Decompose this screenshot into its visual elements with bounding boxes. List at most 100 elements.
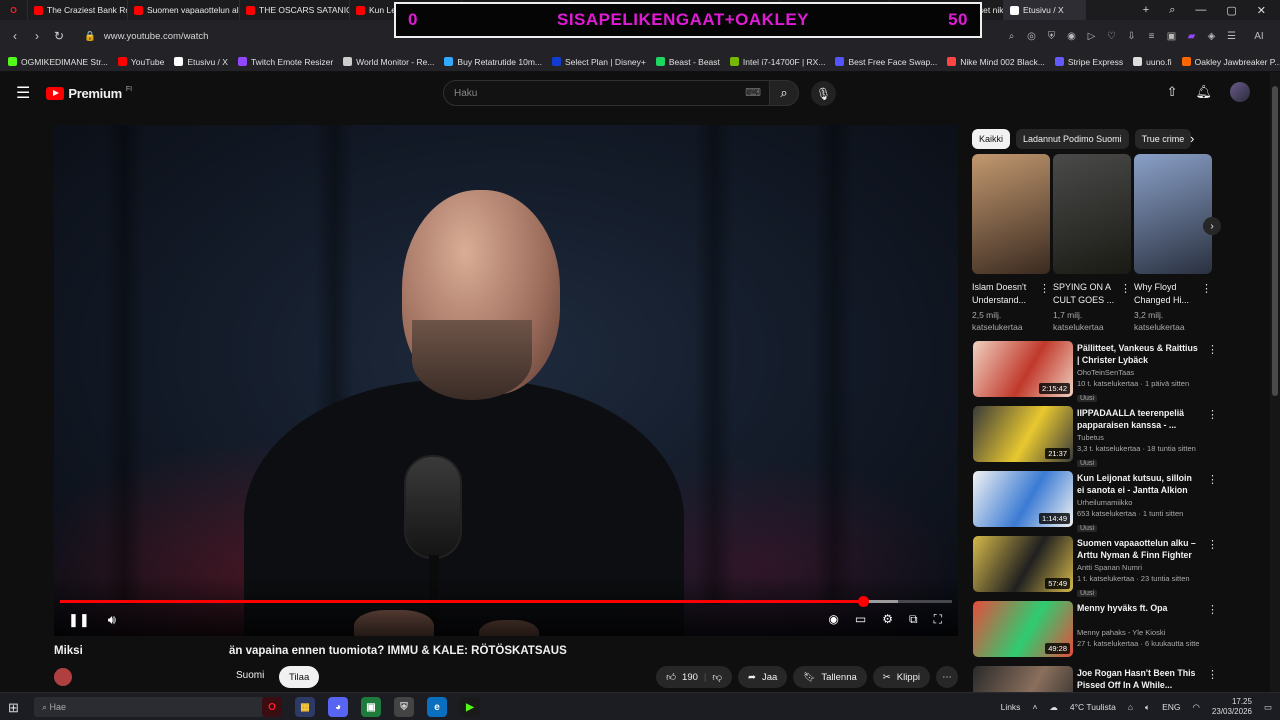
- pause-icon[interactable]: ❚❚: [68, 612, 90, 628]
- taskbar-search-input[interactable]: ⌕ Hae: [34, 697, 264, 717]
- opera-app-icon[interactable]: O: [262, 697, 282, 717]
- cube-icon[interactable]: ◈: [1206, 31, 1217, 42]
- chevron-right-icon[interactable]: ›: [1190, 131, 1194, 146]
- minimize-icon[interactable]: —: [1195, 4, 1206, 16]
- recommendation-title[interactable]: Pällitteet, Vankeus & Raittius | Christe…: [1077, 342, 1199, 366]
- maximize-icon[interactable]: ▢: [1226, 4, 1236, 17]
- more-vert-icon[interactable]: ⋮: [1120, 282, 1131, 295]
- more-vert-icon[interactable]: ⋮: [1207, 473, 1218, 486]
- speaker-icon[interactable]: 🔈︎: [1145, 702, 1150, 713]
- notifications-icon[interactable]: ▭: [1264, 702, 1272, 713]
- recommendation-channel[interactable]: Menny pahaks - Yle Kioski: [1077, 627, 1199, 638]
- bookmark-item[interactable]: YouTube: [117, 57, 164, 67]
- game-app-icon[interactable]: ▣: [361, 697, 381, 717]
- new-tab-icon[interactable]: +: [1143, 4, 1149, 16]
- search-button[interactable]: ⌕: [769, 80, 799, 106]
- progress-bar[interactable]: [60, 596, 952, 607]
- more-actions-button[interactable]: ⋯: [936, 666, 958, 688]
- miniplayer-icon[interactable]: ⧉: [909, 612, 918, 627]
- extension-icon[interactable]: ▣: [1166, 31, 1177, 42]
- short-thumbnail[interactable]: [1134, 154, 1212, 274]
- search-tabs-icon[interactable]: ⌕: [1169, 4, 1175, 17]
- opera-menu-icon[interactable]: O: [0, 0, 28, 20]
- clip-button[interactable]: ✂ Klippi: [872, 666, 930, 688]
- bookmark-item[interactable]: Intel i7-14700F | RX...: [729, 57, 825, 67]
- recommendation-item[interactable]: 57:49 Suomen vapaaottelun alku – Arttu Ny…: [972, 536, 1218, 601]
- recommendation-title[interactable]: Kun Leijonat kutsuu, silloin ei sanota e…: [1077, 472, 1199, 496]
- like-icon[interactable]: 👍︎: [666, 671, 676, 683]
- subscribe-button[interactable]: Tilaa: [279, 666, 320, 688]
- video-player[interactable]: ❚❚ 🔊︎ ◉ ▭ ⚙ ⧉ ⛶: [54, 125, 958, 636]
- easy-setup-icon[interactable]: ☰: [1226, 31, 1237, 42]
- settings-icon[interactable]: ⚙: [882, 612, 893, 627]
- recommendation-item[interactable]: 2:15:42 Pällitteet, Vankeus & Raittius | …: [972, 341, 1218, 406]
- short-title[interactable]: SPYING ON A CULT GOES ...: [1053, 281, 1121, 307]
- recommendation-item[interactable]: 21:37 IIPPADAALLA teerenpeliä papparaisen…: [972, 406, 1218, 471]
- bookmark-item[interactable]: Beast - Beast: [655, 57, 720, 67]
- short-card[interactable]: Why Floyd Changed Hi... 3,2 milj. katselu…: [1134, 154, 1212, 333]
- more-vert-icon[interactable]: ⋮: [1039, 282, 1050, 295]
- recommendation-thumbnail[interactable]: 49:28: [973, 601, 1073, 657]
- search-input[interactable]: Haku ⌨: [443, 80, 770, 106]
- browser-tab[interactable]: Etusivu / X: [1004, 0, 1086, 20]
- channel-name[interactable]: Suomi: [236, 670, 264, 681]
- channel-avatar[interactable]: [54, 668, 72, 686]
- recommendation-thumbnail[interactable]: 57:49: [973, 536, 1073, 592]
- close-icon[interactable]: ✕: [1257, 4, 1266, 17]
- bookmark-item[interactable]: Twitch Emote Resizer: [237, 57, 333, 67]
- voice-search-button[interactable]: 🎙: [811, 81, 836, 106]
- bookmark-item[interactable]: OGMIKEDIMANE Str...: [8, 57, 108, 67]
- edge-icon[interactable]: e: [427, 697, 447, 717]
- search-icon[interactable]: ⌕: [1006, 31, 1017, 42]
- bookmark-item[interactable]: Nike Mind 002 Black...: [947, 57, 1045, 67]
- vpn-icon[interactable]: ◉: [1066, 31, 1077, 42]
- more-vert-icon[interactable]: ⋮: [1207, 668, 1218, 681]
- recommendation-thumbnail[interactable]: 2:15:42: [973, 341, 1073, 397]
- wifi-icon[interactable]: ◠: [1193, 702, 1200, 713]
- clock[interactable]: 17.25 23/03/2026: [1212, 697, 1252, 717]
- discord-icon[interactable]: ◕: [328, 697, 348, 717]
- bookmark-item[interactable]: World Monitor - Re...: [343, 57, 434, 67]
- recommendation-channel[interactable]: Antti Spanan Numri: [1077, 562, 1199, 573]
- short-thumbnail[interactable]: [972, 154, 1050, 274]
- links-toolbar[interactable]: Links: [1001, 702, 1021, 712]
- hamburger-menu-icon[interactable]: ☰: [16, 83, 30, 103]
- filter-chip[interactable]: Ladannut Podimo Suomi: [1016, 129, 1129, 149]
- autoplay-toggle-icon[interactable]: ◉: [828, 612, 838, 627]
- bookmark-item[interactable]: Stripe Express: [1054, 57, 1123, 67]
- more-vert-icon[interactable]: ⋮: [1201, 282, 1212, 295]
- kick-app-icon[interactable]: ▶: [460, 697, 480, 717]
- short-card[interactable]: Islam Doesn't Understand... 2,5 milj. kat…: [972, 154, 1050, 333]
- bookmark-item[interactable]: Best Free Face Swap...: [835, 57, 937, 67]
- weather-text[interactable]: 4°C Tuulista: [1070, 702, 1116, 712]
- bell-icon[interactable]: 🔔︎: [1195, 84, 1212, 100]
- url-field[interactable]: 🔒 www.youtube.com/watch: [84, 31, 208, 42]
- ai-icon[interactable]: AI: [1246, 31, 1272, 42]
- youtube-premium-logo[interactable]: Premium FI: [46, 86, 132, 101]
- avatar[interactable]: [1230, 82, 1250, 102]
- network-icon[interactable]: ⌂: [1128, 702, 1133, 712]
- forward-icon[interactable]: ›: [26, 29, 48, 43]
- filter-chip[interactable]: True crime: [1134, 129, 1192, 149]
- heart-icon[interactable]: ♡: [1106, 31, 1117, 42]
- page-scrollbar[interactable]: [1270, 72, 1280, 692]
- browser-tab[interactable]: The Craziest Bank Robbe: [28, 0, 128, 20]
- short-title[interactable]: Islam Doesn't Understand...: [972, 281, 1040, 307]
- download-icon[interactable]: ⇩: [1126, 31, 1137, 42]
- shorts-next-button[interactable]: ›: [1203, 217, 1221, 235]
- apps-icon[interactable]: ▦: [295, 697, 315, 717]
- more-vert-icon[interactable]: ⋮: [1207, 603, 1218, 616]
- filter-chip[interactable]: Kaikki: [972, 129, 1011, 149]
- bookmark-item[interactable]: uuno.fi: [1133, 57, 1172, 67]
- recommendation-channel[interactable]: Urheilumamiikko: [1077, 497, 1199, 508]
- security-app-icon[interactable]: ⛨: [394, 697, 414, 717]
- more-vert-icon[interactable]: ⋮: [1207, 343, 1218, 356]
- recommendation-title[interactable]: Menny hyväks ft. Opa: [1077, 602, 1199, 626]
- recommendation-item[interactable]: 1:14:49 Kun Leijonat kutsuu, silloin ei s…: [972, 471, 1218, 536]
- dislike-icon[interactable]: 👎︎: [712, 671, 722, 683]
- browser-tab[interactable]: Suomen vapaaottelun al: [128, 0, 240, 20]
- fullscreen-icon[interactable]: ⛶: [934, 612, 942, 627]
- upload-icon[interactable]: ⇧: [1167, 84, 1178, 100]
- short-thumbnail[interactable]: [1053, 154, 1131, 274]
- back-icon[interactable]: ‹: [4, 29, 26, 43]
